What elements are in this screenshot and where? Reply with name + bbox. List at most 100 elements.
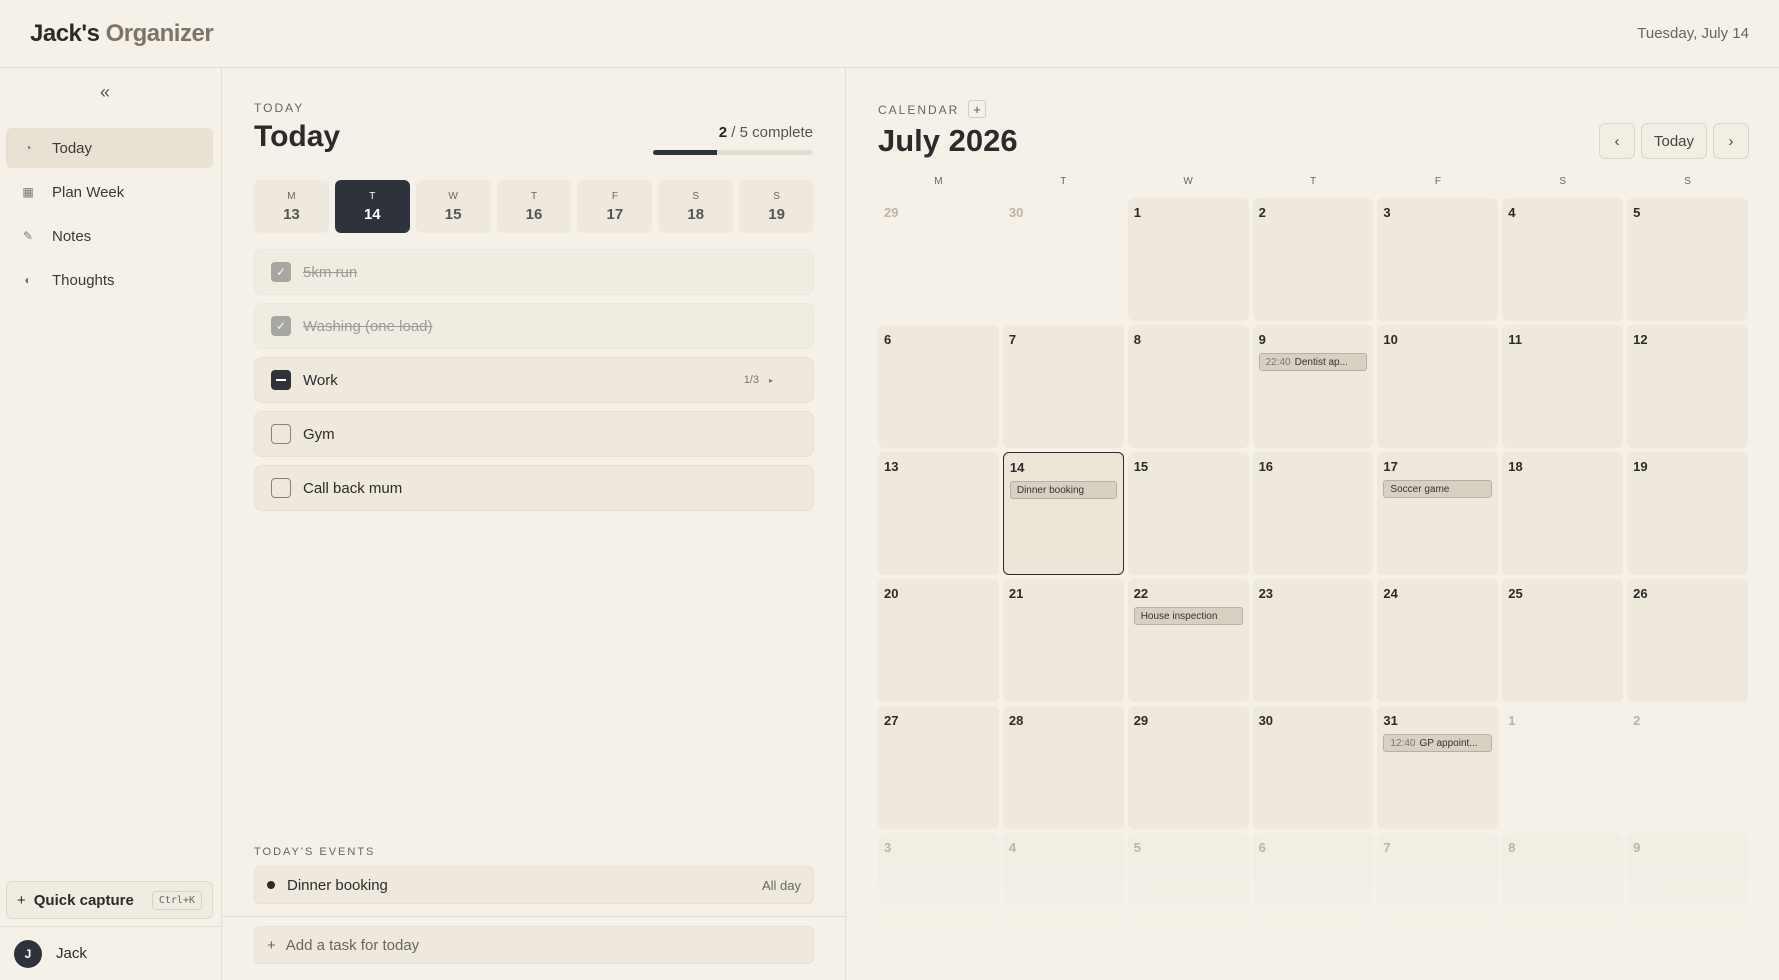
event-chip-label: Dinner booking [1016,484,1085,496]
day-selector[interactable]: M 13 [254,180,329,233]
task-item[interactable]: Call back mum [254,465,814,511]
event-chip[interactable]: 22:40 Dentist ap... [1258,353,1368,371]
calendar-day[interactable]: 20 [878,579,999,702]
event-chip[interactable]: House inspection [1133,607,1243,625]
calendar-day[interactable]: 4 [1002,833,1124,956]
calendar-day[interactable]: 5 [1627,198,1748,321]
task-item[interactable]: Gym [254,411,814,457]
calendar-day[interactable]: 2 [1627,706,1748,829]
calendar-day[interactable]: 7 [1002,325,1124,448]
calendar-day[interactable]: 11 [1502,325,1624,448]
calendar-day[interactable]: 25 [1502,579,1624,702]
user-profile[interactable]: J Jack [0,926,222,980]
sidebar-item-today[interactable]: ◔ Today [6,128,213,168]
event-item[interactable]: Dinner booking All day [254,866,814,904]
calendar-day[interactable]: 10 [1377,325,1499,448]
current-date: Tuesday, July 14 [1637,25,1749,42]
add-event-button[interactable]: + [968,100,986,118]
day-number: 31 [1383,713,1398,728]
day-number: 30 [1008,205,1024,220]
calendar-day[interactable]: 12 [1627,325,1748,448]
prev-month-button[interactable]: ‹ [1599,123,1635,159]
calendar-day[interactable]: 8 [1502,833,1624,956]
day-number: 8 [1133,332,1141,347]
sidebar: « ◔ Today ▦ Plan Week ✎ Notes ◐ Thoughts + Quic… [0,68,222,980]
calendar-day[interactable]: 6 [1252,833,1374,956]
calendar-day[interactable]: 3 [1377,198,1499,321]
task-checkbox[interactable] [271,424,291,444]
calendar-day[interactable]: 6 [878,325,999,448]
progress-text: 2 / 5 complete [719,124,813,141]
calendar-day[interactable]: 24 [1377,579,1499,702]
today-button[interactable]: Today [1641,123,1707,159]
calendar-day[interactable]: 16 [1252,452,1374,575]
event-chip-label: House inspection [1140,610,1218,622]
calendar-day[interactable]: 23 [1252,579,1374,702]
calendar-day-today[interactable]: 14 Dinner booking [1002,452,1124,575]
day-selector[interactable]: T 14 [334,180,410,233]
sidebar-item-notes[interactable]: ✎ Notes [6,216,213,256]
sidebar-item-label: Plan Week [52,183,125,201]
event-chip[interactable]: 12:40 GP appoint... [1383,734,1493,752]
day-number: 2 [1258,205,1266,220]
pencil-icon: ✎ [22,229,34,243]
calendar-day[interactable]: 19 [1627,452,1748,575]
avatar: J [14,939,42,968]
task-checkbox[interactable]: ✓ [271,316,291,336]
calendar-day[interactable]: 22 House inspection [1127,579,1249,702]
calendar-day[interactable]: 7 [1377,833,1499,956]
day-selector[interactable]: S 18 [658,180,734,233]
calendar-day[interactable]: 13 [878,452,999,575]
task-item[interactable]: Work 1/3 ▸ [254,357,814,403]
next-month-button[interactable]: › [1713,123,1749,159]
day-number: 5 [1633,205,1641,220]
day-number: 4 [1508,205,1516,220]
calendar-day[interactable]: 26 [1627,579,1748,702]
day-selector[interactable]: W 15 [415,180,491,233]
calendar-day[interactable]: 9 [1627,833,1748,956]
app-brand: Jack's Organizer [30,20,214,48]
half-circle-icon: ◐ [24,273,32,287]
event-chip[interactable]: Dinner booking [1009,481,1117,499]
add-task-input[interactable]: + Add a task for today [254,926,814,964]
calendar-day[interactable]: 5 [1127,833,1249,956]
day-selector[interactable]: F 17 [577,180,653,233]
collapse-sidebar-icon[interactable]: « [100,82,110,103]
calendar-day[interactable]: 21 [1002,579,1124,702]
calendar-day[interactable]: 29 [1127,706,1249,829]
calendar-day[interactable]: 18 [1502,452,1624,575]
calendar-day[interactable]: 30 [1003,198,1124,321]
calendar-day[interactable]: 17 Soccer game [1377,452,1499,575]
calendar-day[interactable]: 2 [1252,198,1374,321]
calendar-day[interactable]: 29 [878,198,999,321]
day-number: 30 [1258,713,1274,728]
calendar-day[interactable]: 8 [1127,325,1249,448]
calendar-day[interactable]: 9 22:40 Dentist ap... [1252,325,1374,448]
day-number: 16 [525,205,543,223]
calendar-day[interactable]: 30 [1252,706,1374,829]
day-selector[interactable]: T 16 [496,180,572,233]
calendar-day[interactable]: 28 [1002,706,1124,829]
sidebar-item-plan-week[interactable]: ▦ Plan Week [6,172,213,212]
task-item[interactable]: ✓ Washing (one load) [254,303,814,349]
task-item[interactable]: ✓ 5km run [254,249,814,295]
calendar-day[interactable]: 1 [1502,706,1623,829]
day-number: 1 [1133,205,1141,220]
sidebar-item-thoughts[interactable]: ◐ Thoughts [6,260,213,300]
expand-arrow-icon[interactable]: ▸ [769,376,773,385]
calendar-day[interactable]: 4 [1502,198,1624,321]
quick-capture-button[interactable]: + Quick capture Ctrl+K [6,881,213,919]
calendar-day[interactable]: 31 12:40 GP appoint... [1377,706,1499,829]
calendar-day[interactable]: 15 [1127,452,1249,575]
task-checkbox[interactable] [271,370,291,390]
task-checkbox[interactable]: ✓ [271,262,291,282]
task-checkbox[interactable] [271,478,291,498]
calendar-day[interactable]: 1 [1127,198,1249,321]
clock-icon: ◔ [24,141,32,155]
subtask-counter[interactable]: 1/3 ▸ [744,374,773,386]
event-chip[interactable]: Soccer game [1383,480,1493,498]
calendar-day[interactable]: 27 [878,706,999,829]
calendar-day[interactable]: 3 [878,833,999,956]
weekday-label: S [1559,176,1567,187]
day-selector[interactable]: S 19 [739,180,815,233]
